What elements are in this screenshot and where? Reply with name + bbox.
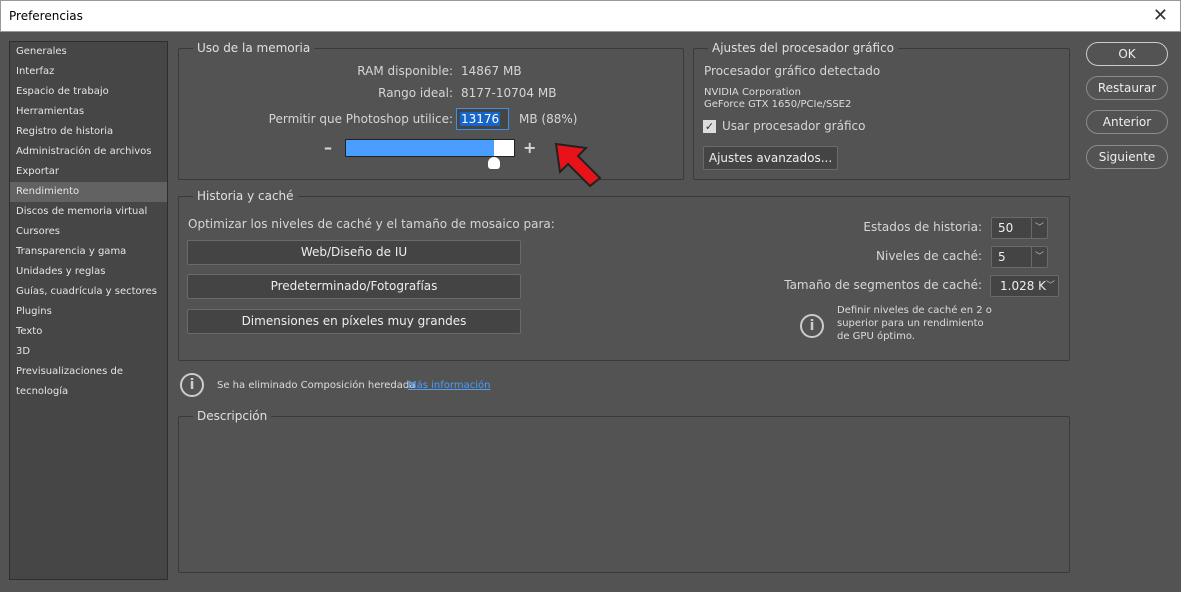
- chevron-down-icon: ﹀: [1031, 218, 1047, 238]
- memory-slider[interactable]: [345, 139, 515, 157]
- optimize-label: Optimizar los niveles de caché y el tama…: [188, 217, 555, 231]
- tile-size-select[interactable]: 1.028 K ﹀: [990, 275, 1059, 297]
- sidebar-item[interactable]: Rendimiento: [10, 182, 167, 202]
- info-icon: i: [180, 373, 204, 397]
- cache-hint: Definir niveles de caché en 2 o superior…: [837, 305, 992, 342]
- gpu-model: GeForce GTX 1650/PCIe/SSE2: [704, 99, 852, 110]
- more-info-link[interactable]: Más información: [408, 379, 490, 392]
- reset-button[interactable]: Restaurar: [1086, 76, 1168, 100]
- description-group: Descripción: [178, 409, 1070, 573]
- notice-text: Se ha eliminado Composición heredada: [217, 380, 416, 391]
- ram-value: 14867 MB: [461, 64, 522, 78]
- ok-button[interactable]: OK: [1086, 42, 1168, 66]
- sidebar-item[interactable]: Registro de historia: [10, 122, 167, 142]
- ram-label: RAM disponible:: [357, 64, 453, 78]
- info-icon: i: [800, 314, 824, 338]
- sidebar-item[interactable]: Unidades y reglas: [10, 262, 167, 282]
- sidebar-item[interactable]: Plugins: [10, 302, 167, 322]
- sidebar-item[interactable]: Transparencia y gama: [10, 242, 167, 262]
- advanced-settings-button[interactable]: Ajustes avanzados...: [703, 146, 838, 170]
- previous-button[interactable]: Anterior: [1086, 110, 1168, 134]
- next-button[interactable]: Siguiente: [1086, 145, 1168, 169]
- sidebar-item[interactable]: Guías, cuadrícula y sectores: [10, 282, 167, 302]
- sidebar: Generales Interfaz Espacio de trabajo Herra…: [9, 41, 168, 580]
- allow-label: Permitir que Photoshop utilice:: [268, 112, 453, 126]
- gpu-detected: Procesador gráfico detectado: [704, 64, 881, 78]
- history-states-select[interactable]: 50 ﹀: [991, 217, 1048, 239]
- history-states-label: Estados de historia:: [863, 220, 982, 234]
- gpu-title: Ajustes del procesador gráfico: [708, 41, 899, 55]
- chevron-down-icon: ﹀: [1045, 281, 1055, 291]
- use-gpu-label: Usar procesador gráfico: [722, 119, 866, 133]
- sidebar-item[interactable]: Generales: [10, 42, 167, 62]
- sidebar-item[interactable]: Cursores: [10, 222, 167, 242]
- sidebar-item[interactable]: Interfaz: [10, 62, 167, 82]
- ideal-value: 8177-10704 MB: [461, 86, 557, 100]
- web-ui-button[interactable]: Web/Diseño de IU: [187, 240, 521, 265]
- chevron-down-icon: ﹀: [1031, 247, 1047, 267]
- cache-levels-select[interactable]: 5 ﹀: [991, 246, 1048, 268]
- allow-unit: MB (88%): [519, 112, 578, 126]
- slider-thumb[interactable]: [487, 157, 500, 169]
- cache-levels-label: Niveles de caché:: [876, 249, 982, 263]
- decrease-button[interactable]: –: [324, 138, 332, 157]
- ideal-label: Rango ideal:: [378, 86, 453, 100]
- tile-size-label: Tamaño de segmentos de caché:: [784, 278, 982, 292]
- increase-button[interactable]: +: [523, 138, 536, 157]
- sidebar-item[interactable]: Exportar: [10, 162, 167, 182]
- default-photos-button[interactable]: Predeterminado/Fotografías: [187, 274, 521, 299]
- close-icon[interactable]: ✕: [1153, 5, 1168, 26]
- sidebar-item[interactable]: Espacio de trabajo: [10, 82, 167, 102]
- arrow-annotation-icon: [554, 142, 602, 188]
- memory-title: Uso de la memoria: [193, 41, 315, 55]
- sidebar-item[interactable]: Texto: [10, 322, 167, 342]
- sidebar-item[interactable]: 3D: [10, 342, 167, 362]
- huge-pixels-button[interactable]: Dimensiones en píxeles muy grandes: [187, 309, 521, 334]
- sidebar-item[interactable]: Previsualizaciones de tecnología: [10, 362, 167, 397]
- description-title: Descripción: [193, 409, 272, 423]
- sidebar-item[interactable]: Administración de archivos: [10, 142, 167, 162]
- history-title: Historia y caché: [193, 189, 298, 203]
- window-title: Preferencias: [9, 9, 83, 23]
- sidebar-item[interactable]: Herramientas: [10, 102, 167, 122]
- memory-input[interactable]: 13176: [456, 108, 509, 130]
- title-bar: Preferencias ✕: [0, 0, 1181, 32]
- use-gpu-checkbox[interactable]: ✓: [703, 120, 716, 133]
- sidebar-item[interactable]: Discos de memoria virtual: [10, 202, 167, 222]
